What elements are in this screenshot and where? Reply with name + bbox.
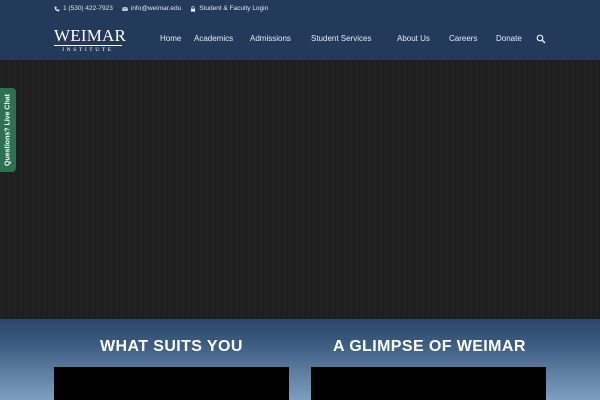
phone-text: 1 (530) 422-7923 [63,5,113,12]
phone-link[interactable]: 1 (530) 422-7923 [54,5,113,12]
video-panel-left[interactable] [54,367,289,400]
login-text: Student & Faculty Login [199,5,269,12]
top-bar: 1 (530) 422-7923 info@weimar.edu Student… [54,4,277,13]
envelope-icon [122,6,128,11]
login-link[interactable]: Student & Faculty Login [190,5,268,12]
live-chat-tab[interactable]: Questions? Live Chat [0,88,16,172]
nav-item-careers[interactable]: Careers [449,33,477,45]
phone-icon [54,6,60,11]
feature-section: WHAT SUITS YOU A GLIMPSE OF WEIMAR [0,319,600,400]
email-text: info@weimar.edu [130,5,182,12]
nav-item-about-us[interactable]: About Us [397,33,430,45]
section-title-glimpse: A GLIMPSE OF WEIMAR [333,338,526,355]
main-nav: Home Academics Admissions Student Servic… [0,33,600,45]
search-icon[interactable] [536,34,546,44]
video-panel-right[interactable] [311,367,546,400]
nav-item-home[interactable]: Home [160,33,181,45]
lock-icon [191,5,196,12]
hero-banner [0,60,600,319]
section-title-what-suits-you: WHAT SUITS YOU [100,338,243,355]
live-chat-label: Questions? Live Chat [4,94,12,166]
nav-item-academics[interactable]: Academics [194,33,233,45]
logo-divider [54,45,122,46]
logo-subtitle: INSTITUTE [62,47,114,53]
site-header: 1 (530) 422-7923 info@weimar.edu Student… [0,0,600,60]
nav-item-admissions[interactable]: Admissions [250,33,291,45]
nav-item-donate[interactable]: Donate [496,33,522,45]
email-link[interactable]: info@weimar.edu [122,5,181,12]
nav-item-student-services[interactable]: Student Services [311,33,371,45]
